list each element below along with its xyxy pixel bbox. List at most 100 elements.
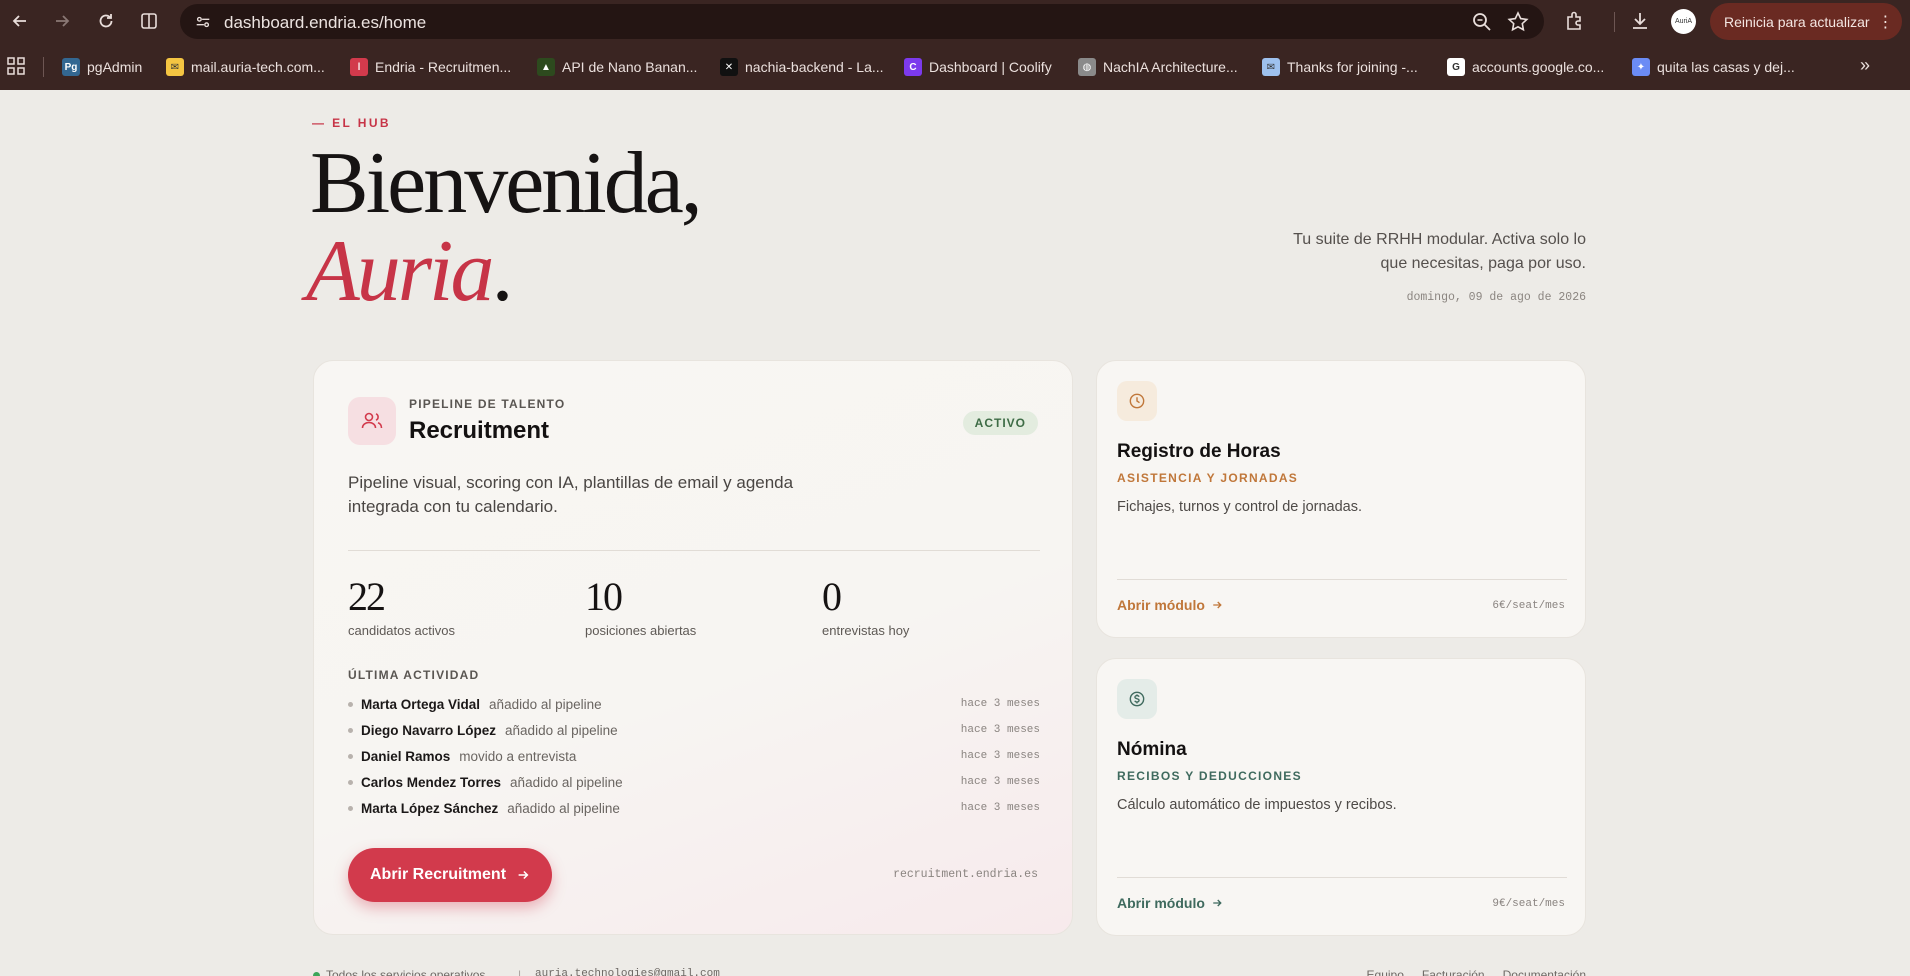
activity-item: Marta Ortega Vidal añadido al pipeline hac… (348, 694, 1040, 714)
bookmark-item[interactable]: ◍ NachIA Architecture... (1078, 56, 1238, 78)
arrow-right-icon (518, 870, 529, 880)
bookmark-item[interactable]: ✉ Thanks for joining -... (1262, 56, 1418, 78)
activity-candidate-name[interactable]: Carlos Mendez Torres (361, 775, 501, 790)
card-divider (348, 550, 1040, 551)
site-info-icon[interactable] (190, 9, 216, 35)
module-price: 9€/seat/mes (1492, 898, 1565, 910)
stat-positions: 10 posiciones abiertas (585, 574, 696, 639)
bookmark-label: accounts.google.co... (1472, 59, 1605, 75)
google-icon: G (1447, 58, 1465, 76)
url-text[interactable]: dashboard.endria.es/home (224, 13, 426, 33)
split-view-button[interactable] (134, 6, 164, 36)
status-badge: ACTIVO (962, 411, 1038, 435)
bookmark-item[interactable]: ǀ Endria - Recruitmen... (350, 56, 511, 78)
recruitment-kicker: PIPELINE DE TALENTO (409, 397, 566, 411)
arrow-right-icon (1213, 899, 1222, 907)
bookmark-item[interactable]: ▲ API de Nano Banan... (537, 56, 697, 78)
status-dot-icon (313, 972, 320, 976)
pgadmin-icon: Pg (62, 58, 80, 76)
stat-value: 10 (585, 574, 623, 619)
arrow-right-icon (56, 15, 70, 27)
activity-candidate-name[interactable]: Diego Navarro López (361, 723, 496, 738)
open-recruitment-button[interactable]: Abrir Recruitment (348, 848, 553, 902)
bullet-icon (348, 727, 353, 733)
profile-avatar[interactable]: AuriA (1671, 9, 1696, 34)
toolbar-divider (1614, 12, 1615, 32)
chevron-double-right-icon[interactable]: » (1860, 55, 1880, 75)
activity-item: Diego Navarro López añadido al pipeline ha… (348, 720, 1040, 740)
activity-candidate-name[interactable]: Marta Ortega Vidal (361, 697, 480, 712)
bookmark-label: Thanks for joining -... (1287, 59, 1418, 75)
bookmark-item[interactable]: ✦ quita las casas y dej... (1632, 56, 1795, 78)
suite-tagline: Tu suite de RRHH modular. Activa solo lo… (1293, 231, 1586, 272)
contact-email[interactable]: auria.technologies@gmail.com (535, 968, 720, 976)
welcome-heading: Bienvenida, (310, 135, 703, 232)
bookmark-label: pgAdmin (87, 59, 143, 75)
download-icon[interactable] (1628, 9, 1652, 33)
open-module-link[interactable]: Abrir módulo (1117, 895, 1223, 911)
bookmark-label: quita las casas y dej... (1657, 59, 1795, 75)
bookmark-star-icon[interactable] (1506, 10, 1530, 34)
bookmark-item[interactable]: Gaccounts.google.co... (1447, 56, 1604, 78)
recruitment-title: Recruitment (409, 417, 550, 444)
activity-candidate-name[interactable]: Marta López Sánchez (361, 801, 498, 816)
more-menu-icon: ⋮ (1877, 13, 1894, 31)
user-name: Auria (306, 223, 494, 320)
apps-grid-icon[interactable] (6, 56, 26, 76)
activity-time: hace 3 meses (960, 724, 1040, 736)
open-module-label: Abrir módulo (1117, 895, 1205, 911)
bookmark-label: API de Nano Banan... (562, 59, 698, 75)
activity-item: Daniel Ramos movido a entrevista hace 3 me… (348, 746, 1040, 766)
module-description: Fichajes, turnos y control de jornadas. (1117, 499, 1363, 515)
open-module-link[interactable]: Abrir módulo (1117, 597, 1223, 613)
activity-time: hace 3 meses (960, 698, 1040, 710)
card-divider (1117, 877, 1567, 878)
cta-label: Abrir Recruitment (370, 866, 507, 883)
bullet-icon (348, 701, 353, 707)
user-name-heading: Auria. (306, 228, 513, 316)
module-card-registro-horas: Registro de Horas ASISTENCIA Y JORNADAS … (1096, 360, 1586, 638)
activity-heading: ÚLTIMA ACTIVIDAD (348, 668, 480, 682)
recruitment-description: Pipeline visual, scoring con IA, plantil… (348, 473, 794, 516)
activity-action: añadido al pipeline (489, 696, 602, 712)
dollar-icon (1117, 679, 1157, 719)
module-title: Nómina (1117, 739, 1187, 760)
module-card-nomina: Nómina RECIBOS Y DEDUCCIONES Cálculo aut… (1096, 658, 1586, 936)
card-divider (1117, 579, 1567, 580)
split-view-icon (141, 13, 157, 29)
bullet-icon (348, 779, 353, 785)
users-icon (348, 397, 396, 445)
reload-button[interactable] (91, 6, 121, 36)
footer-link-documentacion[interactable]: Documentación (1503, 968, 1586, 976)
back-button[interactable] (5, 6, 35, 36)
footer-link-facturacion[interactable]: Facturación (1422, 968, 1485, 976)
clock-icon (1117, 381, 1157, 421)
extensions-icon[interactable] (1563, 9, 1587, 33)
activity-time: hace 3 meses (960, 802, 1040, 814)
heading-dot: . (491, 223, 513, 320)
activity-action: añadido al pipeline (507, 800, 620, 816)
arrow-left-icon (12, 15, 26, 27)
bookmark-item[interactable]: ✕ nachia-backend - La... (720, 56, 884, 78)
bookmark-item[interactable]: Pg pgAdmin (62, 56, 142, 78)
update-browser-button[interactable]: Reinicia para actualizar ⋮ (1710, 3, 1902, 40)
bookmark-label: NachIA Architecture... (1103, 59, 1238, 75)
current-date: domingo, 09 de ago de 2026 (1406, 291, 1586, 304)
module-title: Registro de Horas (1117, 441, 1281, 462)
activity-candidate-name[interactable]: Daniel Ramos (361, 749, 450, 764)
services-status: Todos los servicios operativos (326, 968, 486, 976)
module-price: 6€/seat/mes (1492, 600, 1565, 612)
zoom-icon[interactable] (1470, 10, 1494, 34)
bookmark-item[interactable]: C Dashboard | Coolify (904, 56, 1052, 78)
address-bar[interactable]: dashboard.endria.es/home (180, 4, 1544, 39)
footer-link-equipo[interactable]: Equipo (1367, 968, 1404, 976)
recruitment-subdomain[interactable]: recruitment.endria.es (893, 868, 1038, 881)
endria-icon: ǀ (350, 58, 368, 76)
forward-button[interactable] (47, 6, 77, 36)
globe-icon: ◍ (1078, 58, 1096, 76)
reload-icon (99, 14, 113, 28)
bullet-icon (348, 753, 353, 759)
bookmark-item[interactable]: ✉ mail.auria-tech.com... (166, 56, 325, 78)
footer-separator: | (518, 968, 522, 976)
hub-eyebrow: — EL HUB (312, 116, 391, 130)
